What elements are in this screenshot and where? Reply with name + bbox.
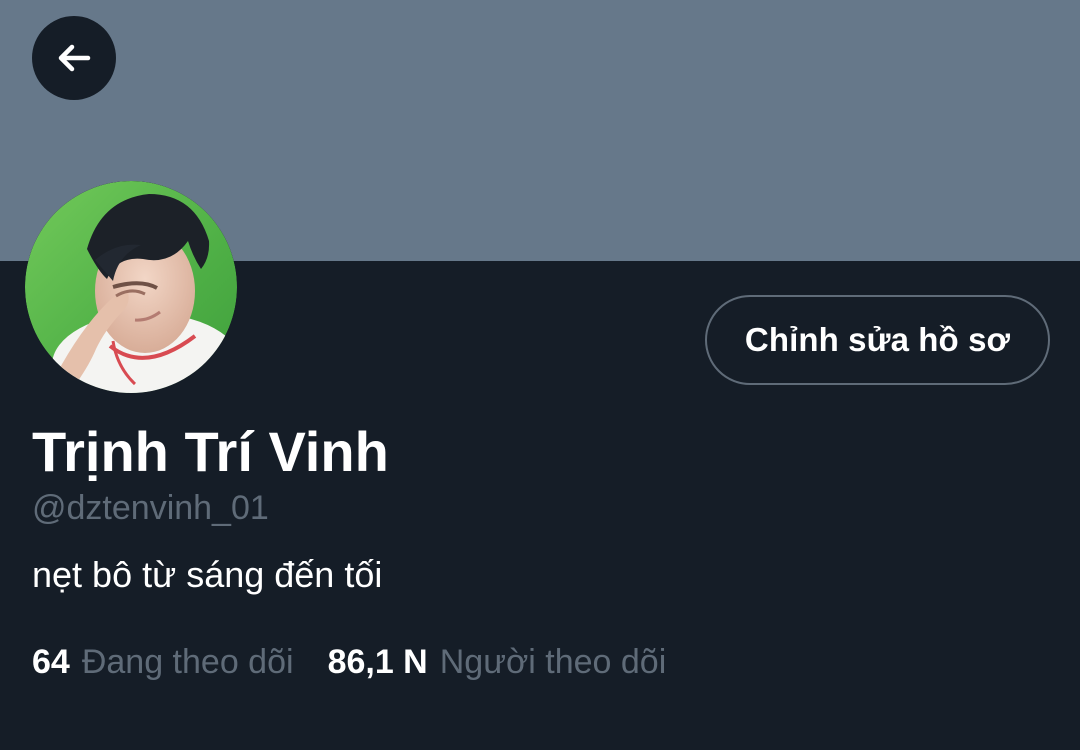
back-button[interactable] (32, 16, 116, 100)
username: @dztenvinh_01 (32, 489, 269, 527)
arrow-left-icon (52, 36, 96, 80)
following-label: Đang theo dõi (81, 643, 294, 681)
followers-link[interactable]: 86,1 N Người theo dõi (328, 642, 667, 682)
profile-page: Chỉnh sửa hồ sơ Trịnh Trí Vinh @dztenvin… (0, 0, 1080, 750)
followers-count: 86,1 N (327, 643, 428, 681)
followers-label: Người theo dõi (439, 643, 667, 681)
profile-bio: nẹt bô từ sáng đến tối (32, 554, 383, 595)
following-count: 64 (32, 643, 70, 681)
profile-stats: 64 Đang theo dõi 86,1 N Người theo dõi (32, 642, 700, 682)
edit-profile-button[interactable]: Chỉnh sửa hồ sơ (705, 295, 1050, 385)
display-name: Trịnh Trí Vinh (32, 420, 389, 483)
avatar[interactable] (25, 181, 237, 393)
following-link[interactable]: 64 Đang theo dõi (32, 642, 294, 682)
